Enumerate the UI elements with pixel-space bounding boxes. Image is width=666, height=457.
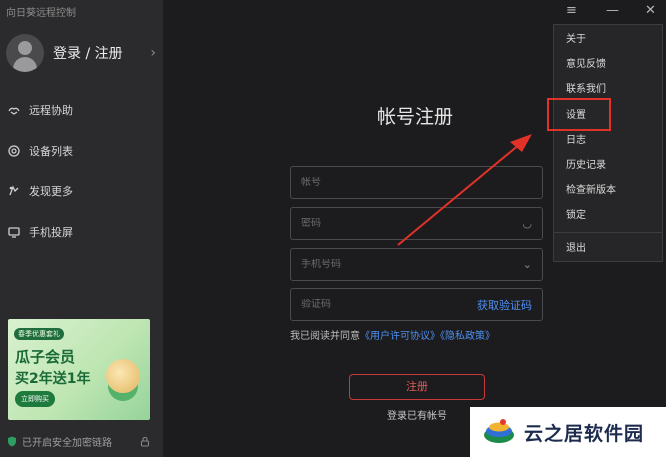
menu-item-lock[interactable]: 锁定 [554,203,662,228]
menu-item-check-update[interactable]: 检查新版本 [554,178,662,203]
watermark-logo-icon [484,419,514,443]
watermark-text: 云之居软件园 [524,422,645,445]
menu-item-history[interactable]: 历史记录 [554,153,662,178]
menu-item-about[interactable]: 关于 [554,27,662,52]
menu-item-exit[interactable]: 退出 [554,236,662,261]
menu-item-log[interactable]: 日志 [554,128,662,153]
watermark: 云之居软件园 [470,407,666,457]
menu-divider [554,231,662,233]
settings-highlight-box [547,98,611,131]
main-menu-dropdown: 关于 意见反馈 联系我们 设置 日志 历史记录 检查新版本 锁定 退出 [553,24,663,262]
menu-item-feedback[interactable]: 意见反馈 [554,52,662,77]
